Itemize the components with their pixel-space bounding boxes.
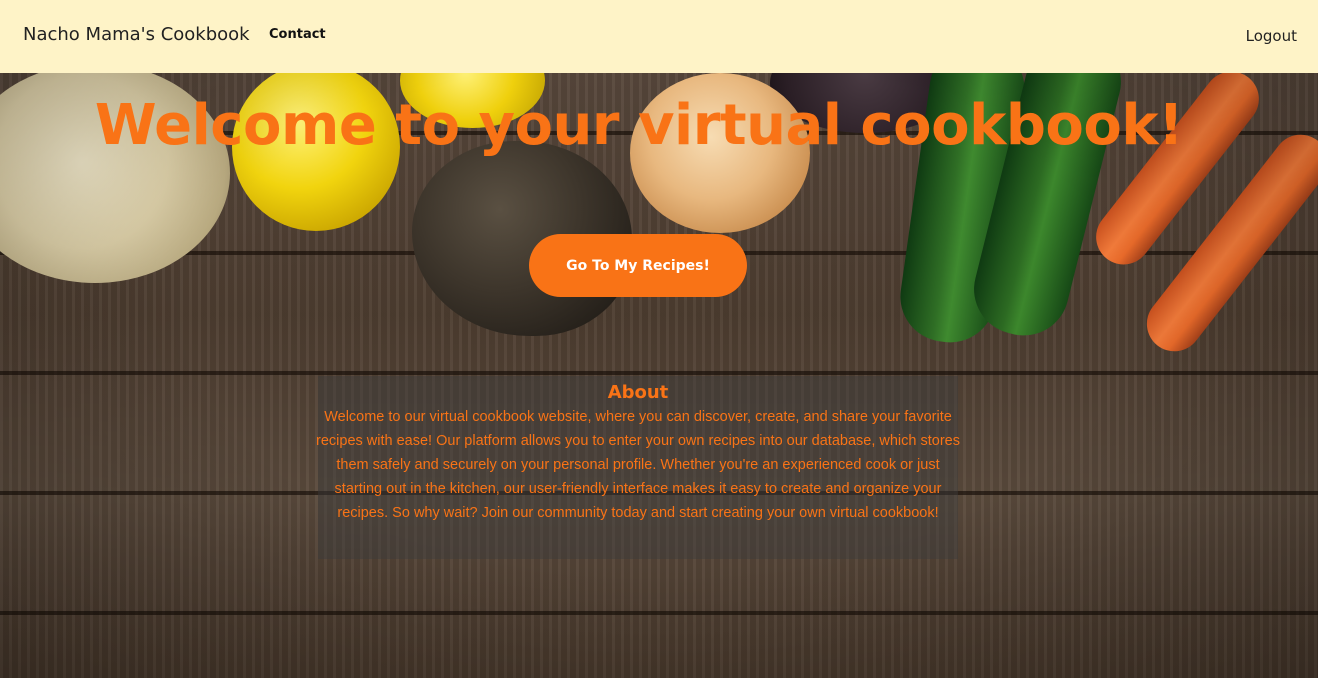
- about-body: Welcome to our virtual cookbook website,…: [316, 409, 960, 521]
- logout-button[interactable]: Logout: [1246, 27, 1297, 45]
- about-panel: About Welcome to our virtual cookbook we…: [316, 376, 960, 559]
- top-navbar: Nacho Mama's Cookbook Contact Logout: [0, 0, 1318, 73]
- hero-section: Welcome to your virtual cookbook! Go To …: [0, 73, 1318, 678]
- brand-title[interactable]: Nacho Mama's Cookbook: [23, 24, 250, 45]
- go-to-my-recipes-button[interactable]: Go To My Recipes!: [529, 234, 747, 297]
- about-heading: About: [607, 382, 669, 403]
- hero-title: Welcome to your virtual cookbook!: [94, 93, 1184, 158]
- nav-link-contact[interactable]: Contact: [269, 27, 326, 42]
